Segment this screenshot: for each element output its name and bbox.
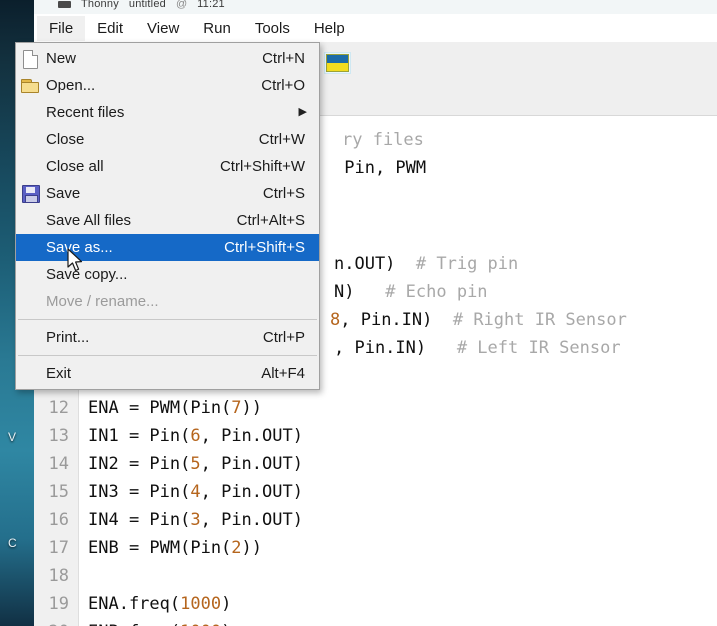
menubar-item-view[interactable]: View [135, 16, 191, 41]
line-content: ENB.freq(1000) [78, 622, 231, 626]
menu-item-accelerator: Ctrl+Shift+S [224, 239, 305, 256]
line-content: ENA.freq(1000) [88, 594, 232, 614]
ukraine-flag-button[interactable] [324, 52, 351, 74]
menu-icon-slot [16, 126, 46, 153]
code-line-row[interactable]: 20 ENB.freq(1000) [34, 618, 717, 626]
menu-item-accelerator: Ctrl+W [258, 131, 305, 148]
menubar-item-tools[interactable]: Tools [243, 16, 302, 41]
menu-item-open[interactable]: Open... Ctrl+O [16, 72, 319, 99]
line-number: 15 [48, 482, 69, 502]
menu-icon-slot [16, 288, 46, 315]
code-line-row[interactable]: 13 IN1 = Pin(6, Pin.OUT) [34, 422, 717, 450]
menu-item-label: Save as... [46, 239, 113, 256]
line-number: 16 [48, 510, 69, 530]
menu-separator-2 [18, 355, 317, 356]
menu-item-print[interactable]: Print... Ctrl+P [16, 324, 319, 351]
line-content: ENB = PWM(Pin(2)) [88, 538, 263, 558]
menu-item-save[interactable]: Save Ctrl+S [16, 180, 319, 207]
menubar: File Edit View Run Tools Help [34, 14, 717, 42]
window-title-position: 11:21 [197, 0, 225, 10]
line-number: 20 [34, 622, 78, 626]
floppy-icon [16, 180, 46, 207]
ukraine-flag-icon [326, 54, 349, 72]
folder-icon [16, 72, 46, 99]
page-icon [16, 45, 46, 72]
code-line-row[interactable]: 14 IN2 = Pin(5, Pin.OUT) [34, 450, 717, 478]
menu-separator-1 [18, 319, 317, 320]
menubar-item-run[interactable]: Run [191, 16, 243, 41]
line-number: 17 [48, 538, 69, 558]
menu-icon-slot [16, 324, 46, 351]
line-number: 14 [48, 454, 69, 474]
menu-item-label: Close [46, 131, 85, 148]
menubar-item-help[interactable]: Help [302, 16, 357, 41]
code-line-row[interactable]: 16 IN4 = Pin(3, Pin.OUT) [34, 506, 717, 534]
code-line-row[interactable]: 19 ENA.freq(1000) [34, 590, 717, 618]
menu-icon-slot [16, 207, 46, 234]
menu-item-recent-files[interactable]: Recent files ▶ [16, 99, 319, 126]
screen-root: V C Thonny untitled @ 11:21 File Edit Vi… [0, 0, 717, 626]
menu-icon-slot [16, 261, 46, 288]
menu-item-accelerator: Ctrl+P [262, 329, 305, 346]
menu-item-label: Recent files [46, 104, 125, 121]
menu-item-label: Close all [46, 158, 104, 175]
code-line-row[interactable]: 12 ENA = PWM(Pin(7)) [34, 394, 717, 422]
line-content: IN3 = Pin(4, Pin.OUT) [88, 482, 303, 502]
menu-item-close-all[interactable]: Close all Ctrl+Shift+W [16, 153, 319, 180]
line-content: ENA = PWM(Pin(7)) [88, 398, 263, 418]
menu-item-save-copy[interactable]: Save copy... [16, 261, 319, 288]
menu-item-label: Save [46, 185, 81, 202]
menu-item-exit[interactable]: Exit Alt+F4 [16, 360, 319, 387]
file-dropdown-menu: New Ctrl+N Open... Ctrl+O Recent files ▶… [15, 42, 320, 390]
line-content: IN4 = Pin(3, Pin.OUT) [88, 510, 303, 530]
code-line-row[interactable]: 18 [34, 562, 717, 590]
menu-icon-slot [16, 360, 46, 387]
menu-item-accelerator: Alt+F4 [261, 365, 305, 382]
submenu-arrow-icon: ▶ [298, 106, 307, 118]
menubar-item-edit[interactable]: Edit [85, 16, 135, 41]
menu-icon-slot [16, 234, 46, 261]
menu-icon-slot [16, 99, 46, 126]
line-number: 18 [48, 566, 69, 586]
menu-item-label: Exit [46, 365, 72, 382]
window-title-file: untitled [128, 0, 166, 10]
menu-item-label: Save copy... [46, 266, 128, 283]
menubar-item-file[interactable]: File [37, 15, 86, 41]
menu-item-new[interactable]: New Ctrl+N [16, 45, 319, 72]
line-number: 13 [48, 426, 69, 446]
desktop-icon-2[interactable]: C [8, 536, 17, 550]
code-line-row[interactable]: 15 IN3 = Pin(4, Pin.OUT) [34, 478, 717, 506]
line-content: IN2 = Pin(5, Pin.OUT) [88, 454, 303, 474]
menu-item-move-rename: Move / rename... [16, 288, 319, 315]
menu-item-save-as[interactable]: Save as... Ctrl+Shift+S [16, 234, 319, 261]
menu-item-close[interactable]: Close Ctrl+W [16, 126, 319, 153]
menu-item-accelerator: Ctrl+S [262, 185, 305, 202]
line-content: IN1 = Pin(6, Pin.OUT) [88, 426, 303, 446]
desktop-icon-1[interactable]: V [8, 430, 16, 444]
menu-item-accelerator: Ctrl+N [262, 50, 305, 67]
menu-item-save-all-files[interactable]: Save All files Ctrl+Alt+S [16, 207, 319, 234]
window-title-separator: @ [175, 0, 188, 10]
menu-item-label: Move / rename... [46, 293, 159, 310]
menu-item-label: Save All files [46, 212, 132, 229]
app-icon [58, 0, 71, 11]
menu-item-label: Print... [46, 329, 90, 346]
menu-item-accelerator: Ctrl+O [261, 77, 305, 94]
window-title-app: Thonny [81, 0, 119, 10]
line-number: 12 [48, 398, 69, 418]
menu-icon-slot [16, 153, 46, 180]
menu-item-accelerator: Ctrl+Alt+S [236, 212, 305, 229]
line-number: 19 [48, 594, 69, 614]
menu-item-accelerator: Ctrl+Shift+W [219, 158, 305, 175]
window-titlebar[interactable]: Thonny untitled @ 11:21 [34, 0, 717, 14]
menu-item-label: Open... [46, 77, 96, 94]
menu-item-label: New [46, 50, 77, 67]
code-line-row[interactable]: 17 ENB = PWM(Pin(2)) [34, 534, 717, 562]
